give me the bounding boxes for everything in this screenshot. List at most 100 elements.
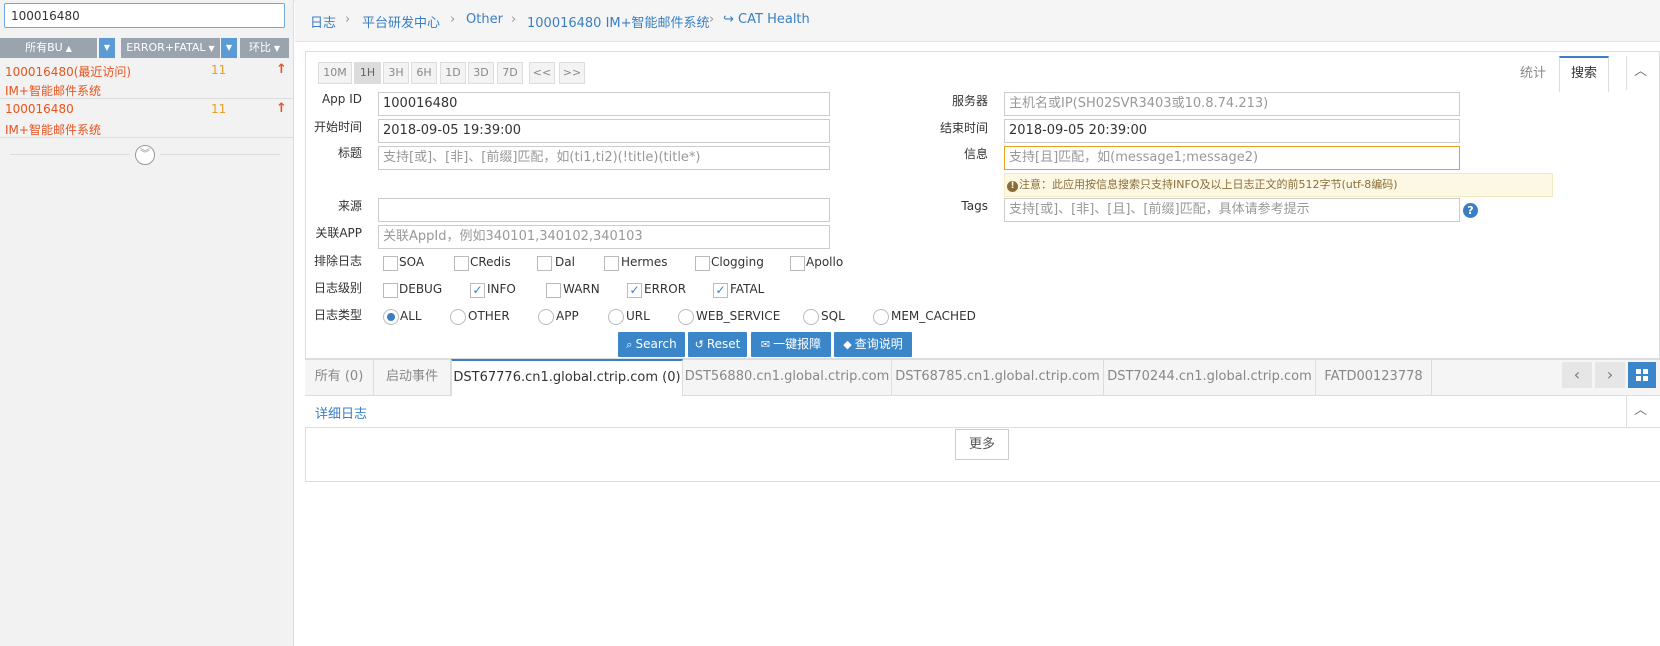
type-all-radio[interactable] — [383, 309, 399, 325]
query-help-button[interactable]: ◆ 查询说明 — [834, 332, 912, 357]
tab-all[interactable]: 所有 (0) — [305, 359, 374, 396]
app-item-title: 100016480 — [5, 102, 74, 116]
compare-filter[interactable]: 环比 ▼ — [240, 38, 289, 58]
breadcrumb-separator: › — [511, 12, 517, 27]
tab-search[interactable]: 搜索 — [1571, 64, 1597, 84]
type-webservice-radio[interactable] — [678, 309, 694, 325]
end-time-input[interactable]: 2018-09-05 20:39:00 — [1004, 119, 1460, 143]
reset-button[interactable]: ↺ Reset — [688, 332, 747, 357]
load-more-button[interactable]: 更多 — [955, 429, 1009, 460]
appid-input[interactable]: 100016480 — [378, 92, 830, 116]
range-3h[interactable]: 3H — [383, 62, 409, 84]
exclamation-icon: ! — [1007, 181, 1018, 192]
exclude-apollo-checkbox[interactable] — [790, 256, 805, 271]
notice-banner: ! 注意：此应用按信息搜索只支持INFO及以上日志正文的前512字节(utf-8编… — [1004, 173, 1553, 197]
level-label: 日志级别 — [313, 281, 362, 295]
level-filter-label: ERROR+FATAL — [126, 41, 206, 54]
grid-view-button[interactable] — [1628, 362, 1656, 388]
breadcrumb-item[interactable]: 100016480 IM+智能邮件系统 — [527, 12, 710, 31]
appid-label: App ID — [321, 92, 362, 106]
tab-host-fatd00123778[interactable]: FATD00123778 — [1316, 359, 1432, 396]
level-info-checkbox[interactable]: ✓ — [470, 283, 485, 298]
bu-filter[interactable]: 所有BU ▲ — [0, 38, 97, 58]
related-app-label: 关联APP — [315, 226, 362, 240]
range-7d[interactable]: 7D — [497, 62, 523, 84]
type-app-radio[interactable] — [538, 309, 554, 325]
tab-startup-events[interactable]: 启动事件 — [374, 359, 451, 396]
bu-filter-label: 所有BU — [25, 41, 63, 54]
sidebar: 所有BU▲ ▼ ERROR+FATAL▼ ▼ 环比▼ 100016480(最近访… — [0, 0, 294, 646]
search-button[interactable]: ⌕ Search — [618, 332, 685, 357]
app-search-input[interactable] — [4, 3, 285, 28]
cat-health-link[interactable]: ↪ CAT Health — [723, 12, 810, 27]
exclude-clogging-checkbox[interactable] — [695, 256, 710, 271]
range-10m[interactable]: 10M — [318, 62, 352, 84]
tabs-prev-button[interactable]: ‹ — [1562, 362, 1592, 388]
source-input[interactable] — [378, 198, 830, 222]
type-other-radio[interactable] — [450, 309, 466, 325]
exclude-dal-label: Dal — [555, 255, 575, 269]
exclude-credis-checkbox[interactable] — [454, 256, 469, 271]
envelope-icon: ✉ — [760, 338, 771, 351]
exclude-dal-checkbox[interactable] — [537, 256, 552, 271]
compare-filter-label: 环比 — [248, 41, 271, 54]
tags-input[interactable]: 支持[或]、[非]、[且]、[前缀]匹配，具体请参考提示 — [1004, 198, 1460, 222]
level-debug-checkbox[interactable] — [383, 283, 398, 298]
app-list-item[interactable]: 100016480(最近访问) IM+智能邮件系统 11 ↑ — [0, 61, 293, 99]
range-1h[interactable]: 1H — [354, 62, 381, 84]
breadcrumb-item[interactable]: 平台研发中心 — [362, 12, 440, 31]
breadcrumb-item[interactable]: 日志 — [310, 12, 336, 31]
tab-host-dst68785[interactable]: DST68785.cn1.global.ctrip.com — [892, 359, 1104, 396]
level-filter[interactable]: ERROR+FATAL ▼ — [121, 38, 220, 58]
exclude-clogging-label: Clogging — [711, 255, 764, 269]
level-fatal-checkbox[interactable]: ✓ — [713, 283, 728, 298]
bu-dropdown-toggle[interactable]: ▼ — [99, 38, 115, 58]
type-other-label: OTHER — [468, 309, 510, 323]
range-6h[interactable]: 6H — [411, 62, 437, 84]
collapse-panel-button[interactable]: ︿ — [1626, 56, 1654, 90]
tab-stats[interactable]: 统计 — [1520, 64, 1546, 84]
level-warn-checkbox[interactable] — [546, 283, 561, 298]
exclude-hermes-checkbox[interactable] — [604, 256, 619, 271]
double-chevron-down-icon: ︾ — [140, 149, 150, 160]
caret-down-icon: ▼ — [208, 44, 215, 53]
type-url-label: URL — [626, 309, 650, 323]
type-webservice-label: WEB_SERVICE — [696, 309, 781, 323]
report-issue-button[interactable]: ✉ 一键报障 — [751, 332, 831, 357]
expand-list-button[interactable]: ︾ — [135, 145, 155, 165]
tab-host-dst56880[interactable]: DST56880.cn1.global.ctrip.com — [683, 359, 892, 396]
type-sql-radio[interactable] — [803, 309, 819, 325]
server-input[interactable]: 主机名或IP(SH02SVR3403或10.8.74.213) — [1004, 92, 1460, 116]
related-app-input[interactable]: 关联AppId，例如340101,340102,340103 — [378, 225, 830, 249]
type-url-radio[interactable] — [608, 309, 624, 325]
message-input[interactable]: 支持[且]匹配，如(message1;message2) — [1004, 146, 1460, 170]
exclude-soa-checkbox[interactable] — [383, 256, 398, 271]
undo-icon: ↺ — [694, 338, 704, 351]
search-icon: ⌕ — [626, 338, 633, 351]
range-3d[interactable]: 3D — [468, 62, 494, 84]
title-input[interactable]: 支持[或]、[非]、[前缀]匹配，如(ti1,ti2)(!title)(titl… — [378, 146, 830, 170]
help-icon[interactable]: ? — [1463, 203, 1478, 218]
level-error-checkbox[interactable]: ✓ — [627, 283, 642, 298]
tab-host-dst67776[interactable]: DST67776.cn1.global.ctrip.com (0) — [451, 359, 683, 397]
caret-down-icon: ▼ — [273, 44, 281, 53]
breadcrumb-item[interactable]: Other — [466, 12, 503, 27]
start-time-input[interactable]: 2018-09-05 19:39:00 — [378, 119, 830, 143]
range-1d[interactable]: 1D — [440, 62, 466, 84]
exclude-hermes-label: Hermes — [621, 255, 668, 269]
level-dropdown-toggle[interactable]: ▼ — [221, 38, 237, 58]
caret-up-icon: ▲ — [65, 44, 72, 53]
tab-host-dst70244[interactable]: DST70244.cn1.global.ctrip.com — [1104, 359, 1316, 396]
breadcrumb-separator: › — [450, 12, 456, 27]
arrow-up-icon: ↑ — [276, 101, 287, 116]
app-list-item[interactable]: 100016480 IM+智能邮件系统 11 ↑ — [0, 100, 293, 138]
collapse-detail-button[interactable]: ︿ — [1626, 396, 1654, 428]
detail-log-title: 详细日志 — [315, 407, 368, 422]
type-memcached-radio[interactable] — [873, 309, 889, 325]
type-label: 日志类型 — [313, 308, 362, 322]
tabs-next-button[interactable]: › — [1595, 362, 1625, 388]
range-prev[interactable]: << — [529, 62, 555, 84]
range-next[interactable]: >> — [559, 62, 585, 84]
level-fatal-label: FATAL — [730, 282, 765, 296]
caret-down-icon: ▼ — [225, 43, 233, 52]
